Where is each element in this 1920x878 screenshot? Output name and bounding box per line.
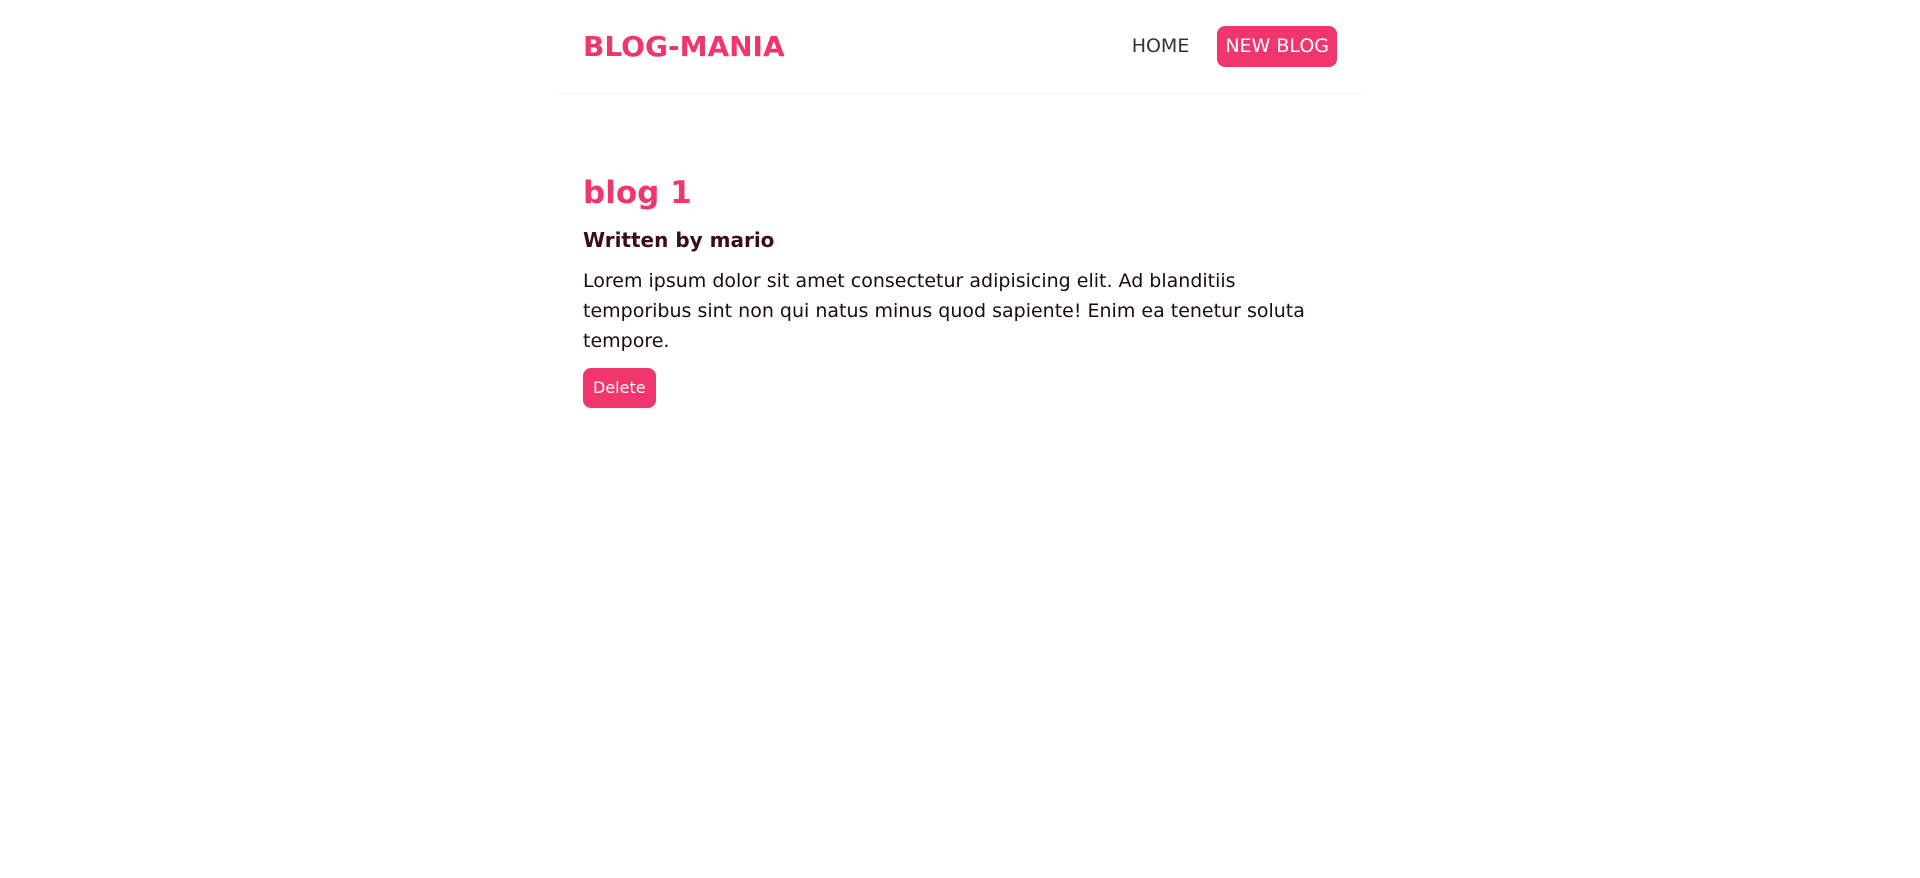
nav-links: HOME NEW BLOG	[1132, 26, 1337, 67]
blog-author: Written by mario	[583, 228, 775, 253]
blog-details: blog 1 Written by mario Lorem ipsum dolo…	[556, 94, 1364, 409]
nav-link-home[interactable]: HOME	[1132, 37, 1190, 56]
brand-logo[interactable]: BLOG-MANIA	[583, 32, 785, 61]
blog-title: blog 1	[583, 175, 692, 211]
blog-body: Lorem ipsum dolor sit amet consectetur a…	[583, 270, 1305, 353]
page-container: BLOG-MANIA HOME NEW BLOG blog 1 Written …	[556, 0, 1364, 409]
blog-article: blog 1 Written by mario Lorem ipsum dolo…	[583, 175, 1337, 409]
delete-button[interactable]: Delete	[583, 368, 656, 409]
navbar: BLOG-MANIA HOME NEW BLOG	[556, 0, 1364, 94]
new-blog-button[interactable]: NEW BLOG	[1217, 26, 1337, 67]
